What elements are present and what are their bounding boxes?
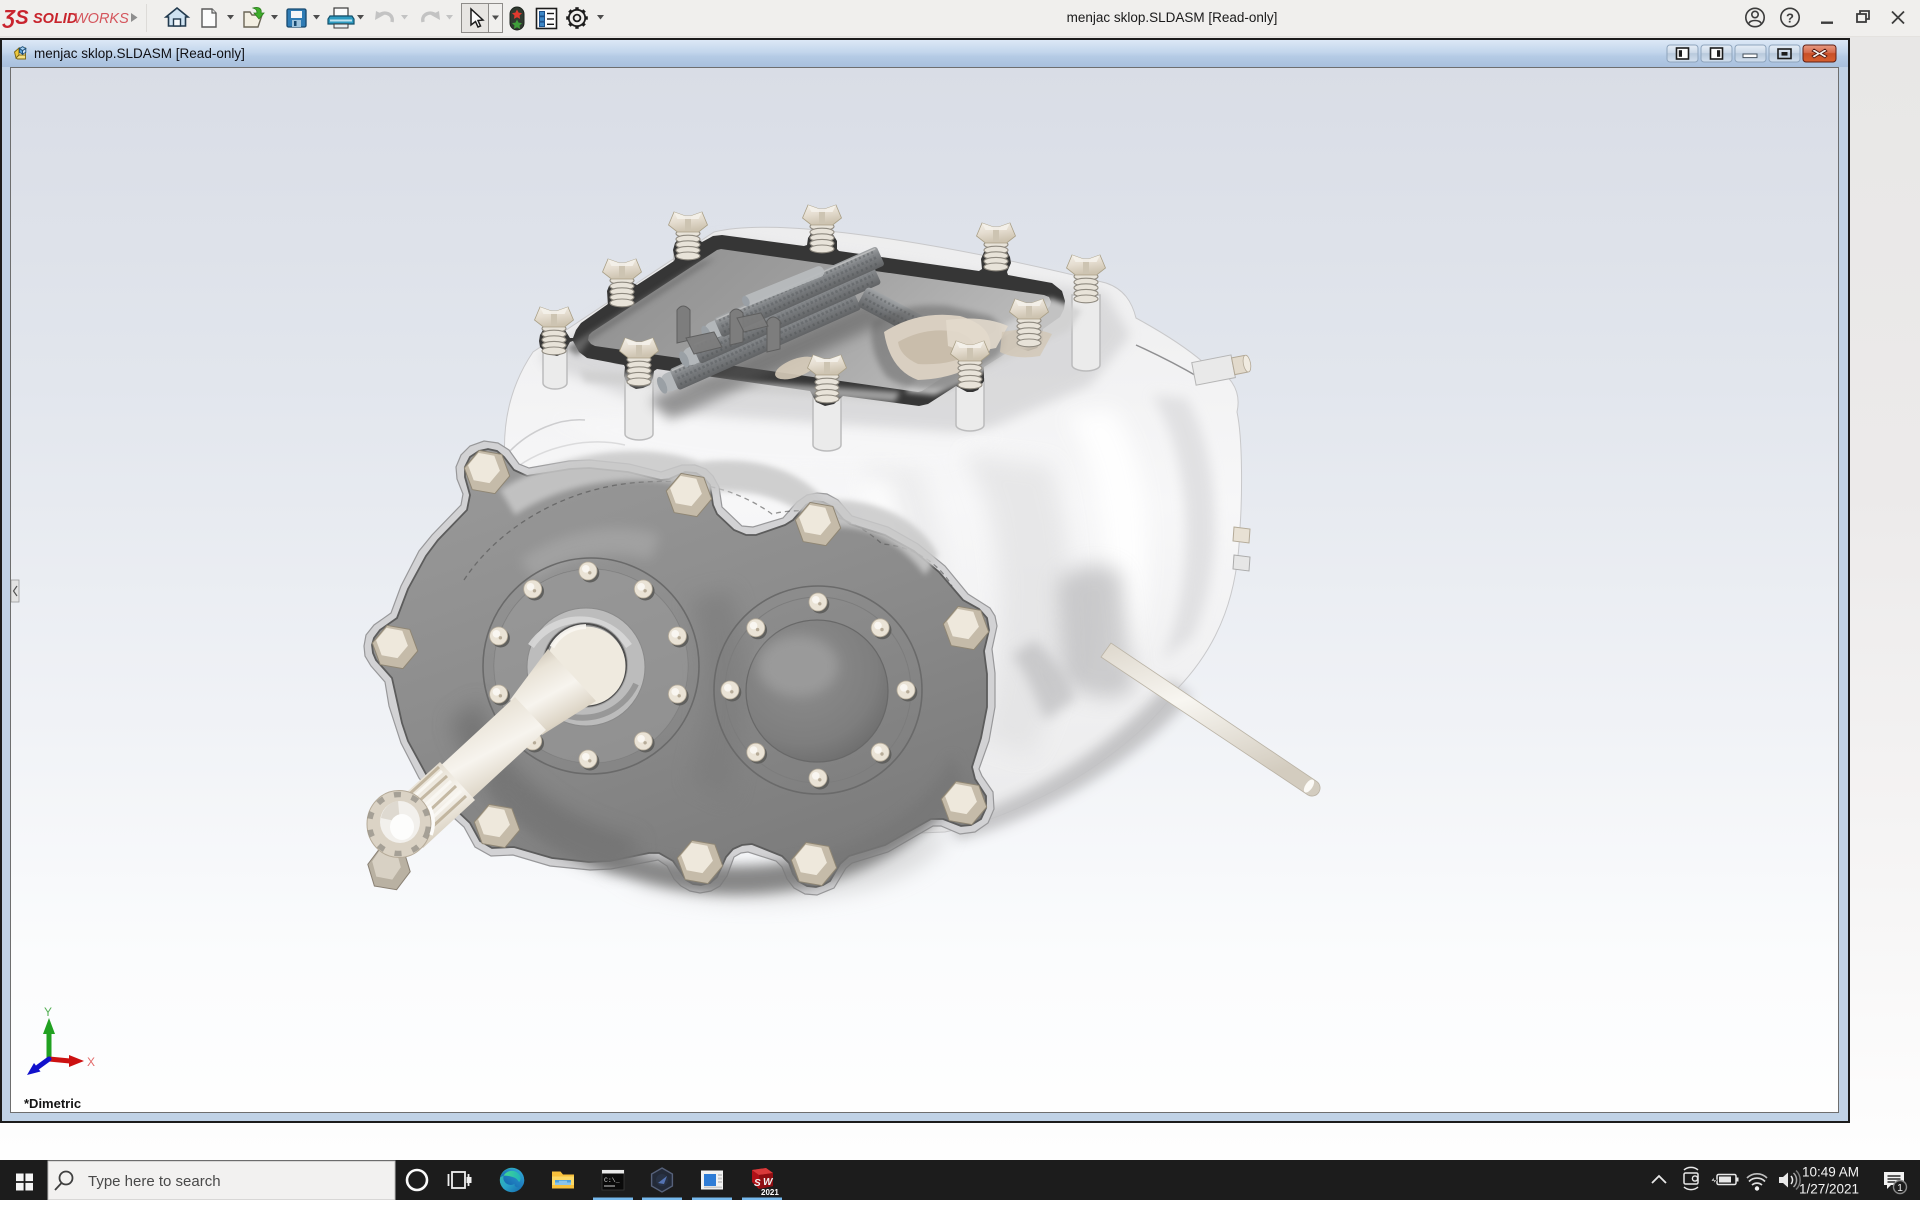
svg-text:?: ?: [1786, 11, 1794, 26]
svg-text:W: W: [763, 1177, 774, 1188]
svg-text:menjac sklop.SLDASM [Read-only: menjac sklop.SLDASM [Read-only]: [34, 46, 245, 61]
svg-text:X: X: [87, 1055, 95, 1069]
svg-text:1/27/2021: 1/27/2021: [1799, 1182, 1859, 1197]
svg-text:WORKS: WORKS: [74, 11, 129, 27]
svg-text:ƷS: ƷS: [2, 7, 29, 29]
svg-text:2021: 2021: [761, 1188, 779, 1197]
svg-text:*Dimetric: *Dimetric: [24, 1096, 81, 1111]
svg-text:Y: Y: [44, 1005, 52, 1019]
svg-text:C:\_: C:\_: [604, 1177, 620, 1184]
svg-text:menjac sklop.SLDASM [Read-only: menjac sklop.SLDASM [Read-only]: [1067, 10, 1278, 25]
svg-text:SOLID: SOLID: [33, 11, 78, 27]
svg-text:S: S: [754, 1178, 761, 1189]
svg-text:Type here to search: Type here to search: [88, 1173, 221, 1190]
svg-text:1: 1: [1897, 1182, 1903, 1194]
svg-text:10:49 AM: 10:49 AM: [1802, 1165, 1859, 1180]
